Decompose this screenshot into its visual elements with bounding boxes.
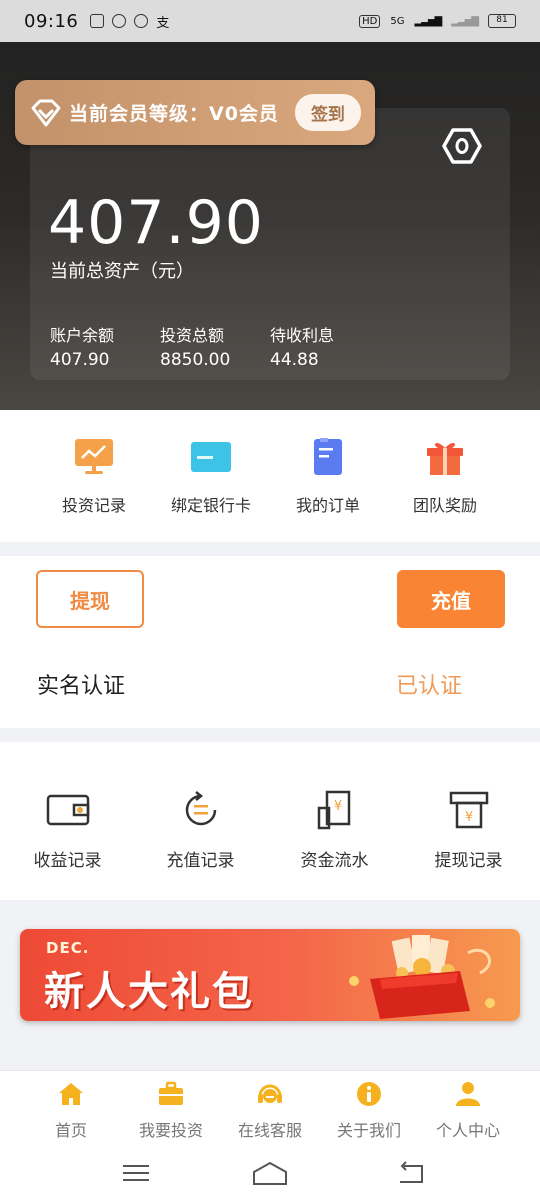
notification-app-icon xyxy=(90,14,105,28)
verification-status: 已认证 xyxy=(396,674,463,699)
tab-label: 个人中心 xyxy=(435,1121,500,1140)
stat-value: 44.88 xyxy=(270,350,319,370)
stat-value: 407.90 xyxy=(50,350,110,370)
wallet-icon xyxy=(46,794,89,826)
record-item-label: 提现记录 xyxy=(434,851,503,871)
quick-item-label: 绑定银行卡 xyxy=(170,496,251,515)
investment-chart-icon xyxy=(75,439,113,474)
quick-item-investment-records[interactable]: 投资记录 xyxy=(29,438,159,516)
records-menu: 收益记录 充值记录 ¥ 资金流水 ¥ 提现记录 xyxy=(0,742,540,900)
diamond-icon xyxy=(31,99,61,126)
system-navigation-bar xyxy=(0,1144,540,1204)
stat-label: 待收利息 xyxy=(270,326,335,345)
quick-item-label: 我的订单 xyxy=(295,496,360,515)
order-document-icon xyxy=(314,438,342,475)
bank-card-icon xyxy=(191,442,231,472)
real-name-verification-label[interactable]: 实名认证 xyxy=(37,668,125,700)
sign-in-button[interactable]: 签到 xyxy=(294,94,361,131)
bottom-tab-bar: 首页 我要投资 在线客服 关于我们 个人中心 xyxy=(0,1070,540,1144)
status-right-icons: HD 5G ▂▃▅▇ ▂▃▅▇ 81 xyxy=(359,14,516,28)
quick-item-bind-bank-card[interactable]: 绑定银行卡 xyxy=(146,438,276,516)
cloud-icon xyxy=(134,14,149,28)
info-icon xyxy=(357,1082,381,1106)
home-nav-icon[interactable] xyxy=(252,1160,288,1186)
record-item-label: 收益记录 xyxy=(33,851,102,871)
battery-icon: 81 xyxy=(488,14,516,28)
quick-item-label: 团队奖励 xyxy=(412,496,477,515)
home-icon xyxy=(59,1083,83,1105)
wifi-signal-icon: ▂▃▅▇ xyxy=(451,15,479,27)
tab-label: 关于我们 xyxy=(336,1121,401,1140)
tab-online-service[interactable]: 在线客服 xyxy=(220,1081,320,1141)
recharge-button[interactable]: 充值 xyxy=(397,570,505,628)
recharge-cycle-icon xyxy=(185,791,216,826)
total-assets-label: 当前总资产（元） xyxy=(50,261,194,282)
alipay-icon: 支 xyxy=(156,15,170,31)
briefcase-icon xyxy=(159,1081,183,1105)
promo-tag: DEC. xyxy=(46,939,90,957)
tab-label: 在线客服 xyxy=(237,1121,302,1140)
stat-value: 8850.00 xyxy=(160,350,231,370)
gift-box-illustration-icon xyxy=(349,935,495,1019)
stat-label: 投资总额 xyxy=(160,326,225,345)
account-actions: 提现 充值 实名认证 已认证 xyxy=(0,556,540,728)
vip-level-text: 当前会员等级：V0会员 xyxy=(69,103,279,125)
gift-box-icon xyxy=(427,442,463,475)
tab-personal-center[interactable]: 个人中心 xyxy=(418,1081,518,1141)
svg-text:¥: ¥ xyxy=(464,810,472,825)
vip-level-banner: 当前会员等级：V0会员 签到 xyxy=(15,80,375,145)
newcomer-gift-banner[interactable]: DEC. 新人大礼包 xyxy=(20,929,520,1021)
record-item-fund-flow[interactable]: ¥ 资金流水 xyxy=(267,790,402,871)
signal-icon: ▂▃▅▇ xyxy=(414,15,442,27)
status-time: 09:16 xyxy=(24,10,79,32)
tab-label: 我要投资 xyxy=(138,1121,203,1140)
total-assets-value: 407.90 xyxy=(48,188,264,258)
headset-icon xyxy=(258,1084,282,1103)
tab-label: 首页 xyxy=(54,1121,87,1140)
withdraw-record-icon: ¥ xyxy=(449,791,488,829)
record-item-label: 充值记录 xyxy=(166,851,235,871)
record-item-label: 资金流水 xyxy=(300,851,369,871)
quick-item-label: 投资记录 xyxy=(61,496,126,515)
tab-home[interactable]: 首页 xyxy=(21,1081,121,1141)
svg-text:¥: ¥ xyxy=(333,799,341,814)
record-item-income[interactable]: 收益记录 xyxy=(0,790,135,871)
settings-hexagon-icon[interactable] xyxy=(442,126,482,166)
fund-flow-icon: ¥ xyxy=(317,790,350,830)
withdraw-button[interactable]: 提现 xyxy=(36,570,144,628)
quick-item-my-orders[interactable]: 我的订单 xyxy=(263,438,393,516)
hd-badge: HD xyxy=(359,14,381,28)
stat-investment-total: 投资总额 8850.00 xyxy=(160,322,230,370)
quick-item-team-rewards[interactable]: 团队奖励 xyxy=(380,438,510,516)
stat-balance: 账户余额 407.90 xyxy=(50,322,114,370)
record-item-recharge[interactable]: 充值记录 xyxy=(133,790,268,871)
stat-label: 账户余额 xyxy=(50,326,115,345)
wechat-icon xyxy=(112,14,127,28)
tab-about-us[interactable]: 关于我们 xyxy=(319,1081,419,1141)
status-bar: 09:16 支 HD 5G ▂▃▅▇ ▂▃▅▇ 81 xyxy=(0,0,540,42)
promo-title: 新人大礼包 xyxy=(44,969,254,1015)
stat-pending-interest: 待收利息 44.88 xyxy=(270,322,334,370)
record-item-withdraw[interactable]: ¥ 提现记录 xyxy=(401,790,536,871)
quick-menu: 投资记录 绑定银行卡 我的订单 团队奖励 xyxy=(0,410,540,542)
network-type: 5G xyxy=(390,15,405,27)
back-icon[interactable] xyxy=(396,1160,426,1186)
user-icon xyxy=(456,1082,480,1106)
tab-invest[interactable]: 我要投资 xyxy=(121,1081,221,1141)
status-notification-icons: 支 xyxy=(90,12,169,31)
menu-icon[interactable] xyxy=(121,1160,151,1186)
